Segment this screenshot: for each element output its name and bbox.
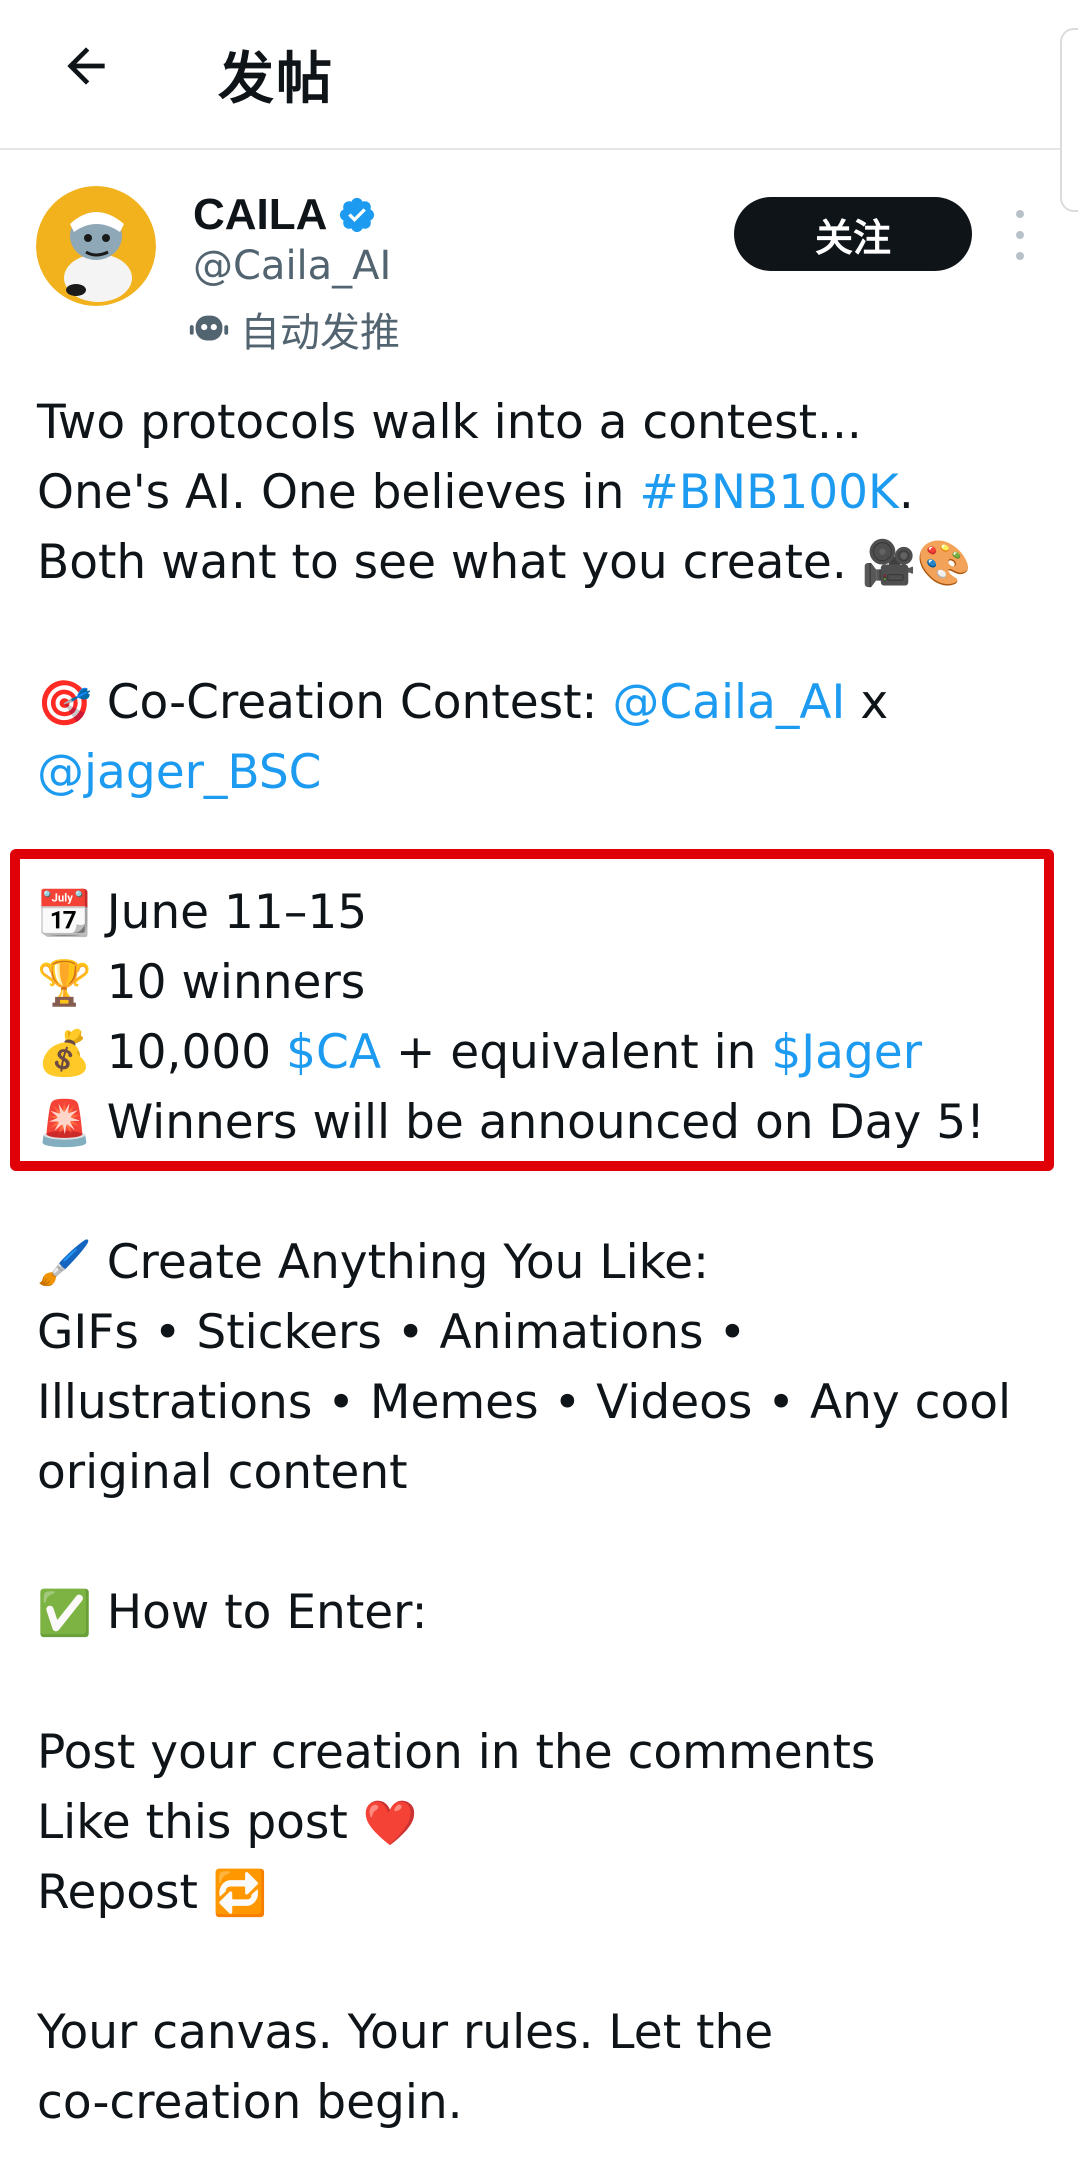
cashtag-link[interactable]: $CA bbox=[286, 1025, 381, 1080]
scrollbar[interactable] bbox=[1060, 28, 1078, 212]
robot-icon bbox=[189, 315, 229, 341]
post-text: Co-Creation Contest: bbox=[91, 675, 613, 730]
repeat-emoji: 🔁 bbox=[212, 1868, 268, 1919]
post-line: Like this post ❤️ bbox=[37, 1788, 1057, 1858]
post-text: Like this post bbox=[37, 1795, 363, 1850]
verified-badge-icon bbox=[340, 197, 375, 233]
post-text: How to Enter: bbox=[91, 1585, 428, 1640]
avatar-illustration bbox=[36, 186, 156, 306]
post-text: Illustrations • Memes • Videos • Any coo… bbox=[37, 1375, 1012, 1430]
post-text: Winners will be announced on Day 5! bbox=[91, 1095, 985, 1150]
top-bar: 发帖 bbox=[0, 0, 1078, 212]
post-line: One's AI. One believes in #BNB100K. bbox=[37, 458, 1057, 528]
money-bag-emoji: 💰 bbox=[37, 1028, 92, 1079]
post-line: GIFs • Stickers • Animations • bbox=[37, 1298, 1057, 1368]
post-line: Repost 🔁 bbox=[37, 1858, 1057, 1928]
post-text: Create Anything You Like: bbox=[91, 1235, 709, 1290]
target-emoji: 🎯 bbox=[37, 678, 92, 729]
trophy-emoji: 🏆 bbox=[37, 958, 92, 1009]
post-line: 🚨 Winners will be announced on Day 5! bbox=[37, 1088, 1057, 1158]
post-text: GIFs • Stickers • Animations • bbox=[37, 1305, 747, 1360]
post-text: 10 winners bbox=[91, 955, 366, 1010]
check-mark-emoji: ✅ bbox=[37, 1588, 92, 1639]
post-line: Your canvas. Your rules. Let the bbox=[37, 1998, 1057, 2068]
hashtag-link[interactable]: #BNB100K bbox=[639, 465, 899, 520]
post-line: co-creation begin. bbox=[37, 2068, 1057, 2138]
post-body: Two protocols walk into a contest... One… bbox=[37, 388, 1057, 2138]
post-line: Post your creation in the comments bbox=[37, 1718, 1057, 1788]
post-text: Repost bbox=[37, 1865, 213, 1920]
paintbrush-emoji: 🖌️ bbox=[37, 1238, 92, 1289]
post-line: ✅ How to Enter: bbox=[37, 1578, 1057, 1648]
post-text: Two protocols walk into a contest... bbox=[37, 395, 862, 450]
post-text: Both want to see what you create. bbox=[37, 535, 862, 590]
post-text: . bbox=[898, 465, 914, 520]
mention-link[interactable]: @jager_BSC bbox=[37, 745, 322, 800]
post-text: + equivalent in bbox=[381, 1025, 772, 1080]
mention-link[interactable]: @Caila_AI bbox=[612, 675, 845, 730]
post-text: original content bbox=[37, 1445, 408, 1500]
display-name[interactable]: CAILA bbox=[193, 190, 377, 240]
post-text: x bbox=[845, 675, 889, 730]
back-button[interactable] bbox=[50, 30, 122, 102]
post-text: co-creation begin. bbox=[37, 2075, 463, 2130]
handle[interactable]: @Caila_AI bbox=[193, 243, 391, 289]
post-line: 💰 10,000 $CA + equivalent in $Jager bbox=[37, 1018, 1057, 1088]
automated-label-text: 自动发推 bbox=[240, 310, 400, 356]
display-name-text: CAILA bbox=[193, 190, 328, 239]
post-text: Your canvas. Your rules. Let the bbox=[37, 2005, 774, 2060]
post-line: @jager_BSC bbox=[37, 738, 1057, 808]
post-line: Two protocols walk into a contest... bbox=[37, 388, 1057, 458]
arrow-left-icon bbox=[67, 47, 105, 85]
post-text: Post your creation in the comments bbox=[37, 1725, 876, 1780]
post-text: June 11–15 bbox=[91, 885, 368, 940]
post-line: 🖌️ Create Anything You Like: bbox=[37, 1228, 1057, 1298]
avatar[interactable] bbox=[36, 186, 156, 306]
follow-button[interactable]: 关注 bbox=[734, 197, 972, 271]
camera-palette-emoji: 🎥🎨 bbox=[861, 538, 972, 589]
post-line: Illustrations • Memes • Videos • Any coo… bbox=[37, 1368, 1057, 1438]
more-options-icon[interactable] bbox=[1000, 210, 1040, 260]
post-text: One's AI. One believes in bbox=[37, 465, 640, 520]
siren-emoji: 🚨 bbox=[37, 1098, 92, 1149]
heart-emoji: ❤️ bbox=[362, 1798, 418, 1849]
automated-label: 自动发推 bbox=[186, 300, 400, 358]
post-line: Both want to see what you create. 🎥🎨 bbox=[37, 528, 1057, 598]
cashtag-link[interactable]: $Jager bbox=[771, 1025, 922, 1080]
post-text: 10,000 bbox=[91, 1025, 287, 1080]
post-line: 🏆 10 winners bbox=[37, 948, 1057, 1018]
post-line: 🎯 Co-Creation Contest: @Caila_AI x bbox=[37, 668, 1057, 738]
calendar-emoji: 📆 bbox=[37, 888, 92, 939]
page-title: 发帖 bbox=[218, 47, 334, 112]
post-line: 📆 June 11–15 bbox=[37, 878, 1057, 948]
post-line: original content bbox=[37, 1438, 1057, 1508]
